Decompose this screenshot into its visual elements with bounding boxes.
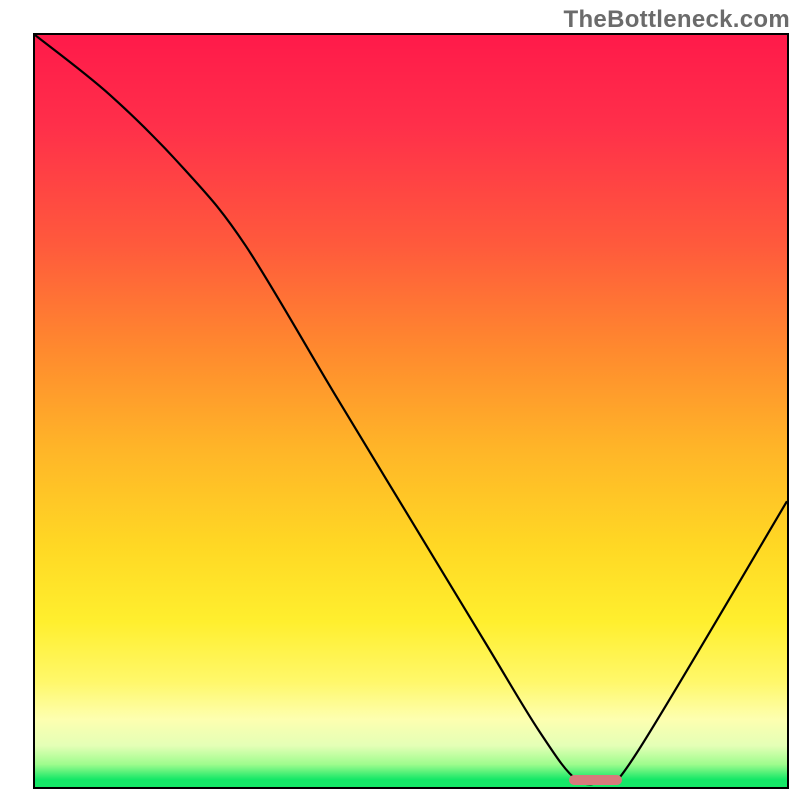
bottleneck-line-chart xyxy=(35,35,787,787)
optimum-marker xyxy=(569,775,622,785)
chart-frame xyxy=(33,33,789,789)
watermark-text: TheBottleneck.com xyxy=(564,6,790,34)
bottleneck-curve-path xyxy=(35,35,787,784)
